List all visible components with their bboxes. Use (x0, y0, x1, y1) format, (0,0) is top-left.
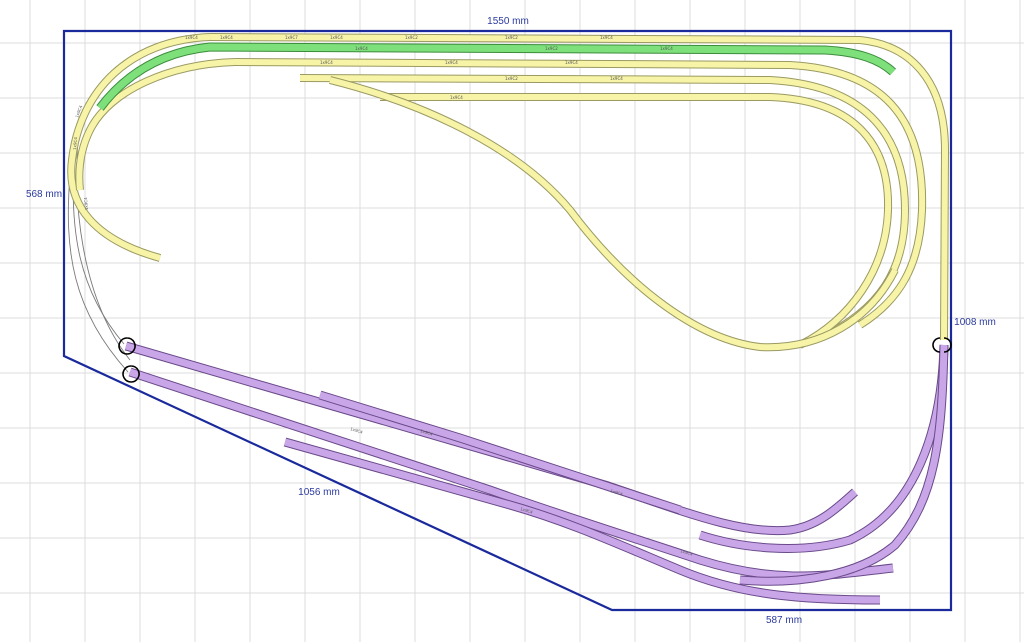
track-label: 1x9C7 (285, 35, 298, 40)
track-label: 1x9C4 (320, 60, 333, 65)
track-label: 1x9C2 (505, 76, 518, 81)
track-label: 1x9C2 (405, 35, 418, 40)
dimension-left: 568 mm (26, 189, 62, 200)
track-label: 1x9C4 (185, 35, 198, 40)
track-label: 1x9C4 (445, 60, 458, 65)
track-label: 1x9C2 (505, 35, 518, 40)
dimension-top: 1550 mm (487, 16, 529, 27)
track-label: 1x9C4 (450, 95, 463, 100)
track-label: 1x9C4 (220, 35, 233, 40)
track-label: 1x9C2 (545, 46, 558, 51)
dimension-bottom: 587 mm (766, 615, 802, 626)
dimension-diagonal: 1056 mm (298, 487, 340, 498)
track-label: 1x9C4 (660, 46, 673, 51)
track-label: 1x9C4 (600, 35, 613, 40)
track-label: 1x9C4 (355, 46, 368, 51)
dimension-right: 1008 mm (954, 317, 996, 328)
track-label: 1x9C4 (565, 60, 578, 65)
track-label: 1x9C4 (330, 35, 343, 40)
layout-diagram: 1x9C4 1x9C4 1x9C7 1x9C4 1x9C2 1x9C2 1x9C4 1x9C4… (0, 0, 1024, 642)
track-label: 1x9C4 (610, 76, 623, 81)
